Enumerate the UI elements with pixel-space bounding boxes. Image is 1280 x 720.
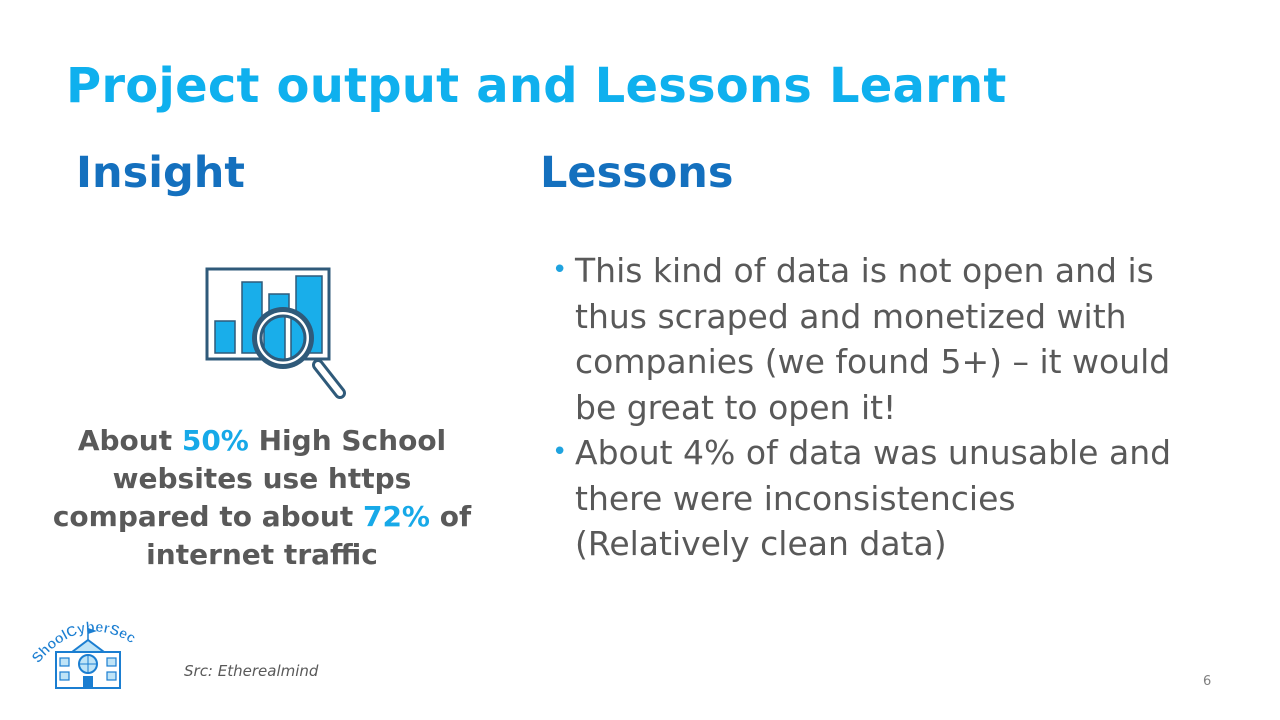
- lesson-item: • This kind of data is not open and is t…: [552, 248, 1192, 430]
- insight-highlight-50: 50%: [181, 424, 249, 457]
- chart-magnifier-icon: [205, 267, 346, 399]
- school-cyber-sec-logo: ShoolCyberSec: [32, 619, 138, 689]
- insight-heading: Insight: [76, 148, 245, 198]
- lesson-item: • About 4% of data was unusable and ther…: [552, 430, 1192, 567]
- insight-text-part: About: [77, 424, 182, 457]
- insight-text: About 50% High School websites use https…: [40, 422, 484, 574]
- bullet-icon: •: [552, 255, 568, 285]
- page-number: 6: [1203, 674, 1212, 689]
- lessons-list: • This kind of data is not open and is t…: [552, 248, 1192, 567]
- bullet-icon: •: [552, 437, 568, 467]
- slide-title: Project output and Lessons Learnt: [66, 58, 1007, 114]
- lesson-text: This kind of data is not open and is thu…: [575, 251, 1171, 427]
- lessons-heading: Lessons: [540, 148, 734, 198]
- insight-highlight-72: 72%: [362, 500, 430, 533]
- source-citation: Src: Etherealmind: [184, 662, 319, 680]
- lesson-text: About 4% of data was unusable and there …: [575, 433, 1172, 563]
